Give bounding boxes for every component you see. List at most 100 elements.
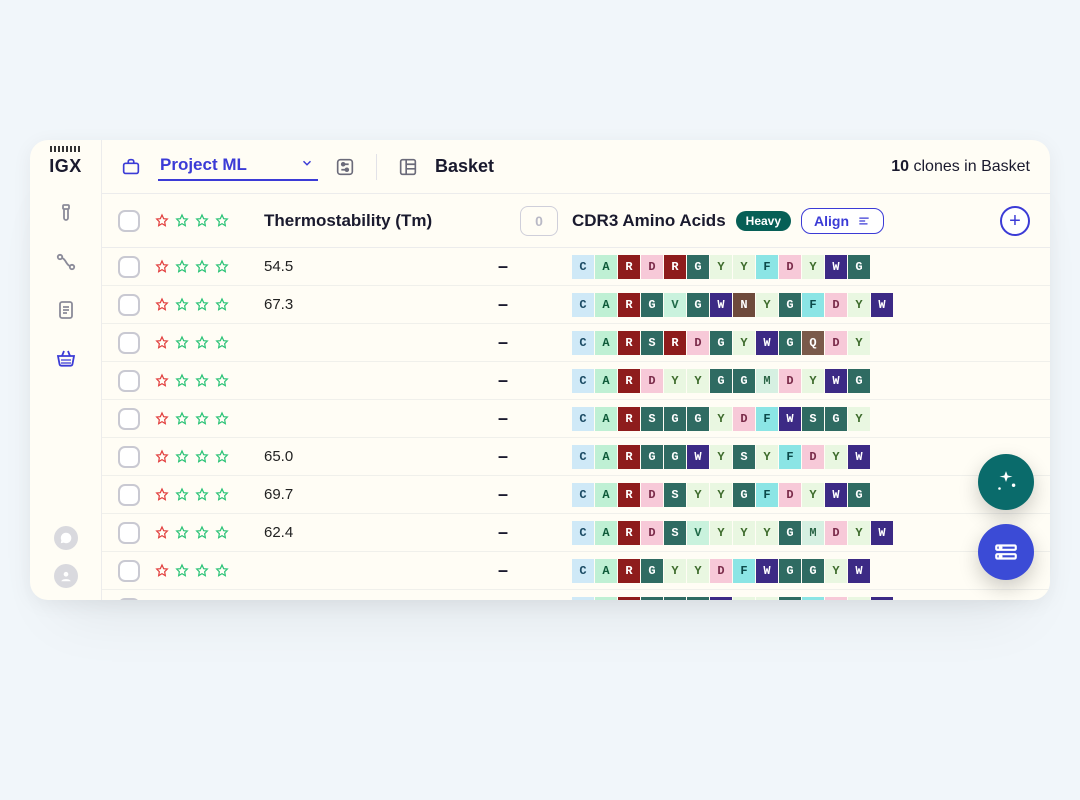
star-icon bbox=[194, 213, 210, 229]
fab-ai-button[interactable] bbox=[978, 454, 1034, 510]
cdr3-sequence: CARDSVYYYGMDYW bbox=[572, 521, 893, 545]
row-stars[interactable] bbox=[154, 487, 250, 503]
star-icon bbox=[214, 525, 230, 541]
table-row[interactable]: –CARSRDGYWGQDY bbox=[102, 324, 1050, 362]
table-row[interactable]: –CARGYYDFWGGYW bbox=[102, 552, 1050, 590]
row-checkbox[interactable] bbox=[118, 294, 140, 316]
layout-icon[interactable] bbox=[395, 154, 421, 180]
aa-cell: A bbox=[595, 597, 617, 601]
chevron-down-icon bbox=[300, 155, 314, 175]
col-thermostability[interactable]: Thermostability (Tm) bbox=[264, 211, 484, 231]
row-checkbox[interactable] bbox=[118, 484, 140, 506]
star-icon bbox=[194, 373, 210, 389]
aa-cell: Y bbox=[756, 597, 778, 601]
aa-cell: A bbox=[595, 255, 617, 279]
star-icon bbox=[174, 213, 190, 229]
col-cdr3[interactable]: CDR3 Amino Acids Heavy Align bbox=[572, 208, 884, 234]
row-stars[interactable] bbox=[154, 335, 250, 351]
row-checkbox[interactable] bbox=[118, 598, 140, 601]
aa-cell: W bbox=[848, 445, 870, 469]
row-checkbox[interactable] bbox=[118, 560, 140, 582]
star-icon bbox=[174, 411, 190, 427]
chat-icon[interactable] bbox=[54, 526, 78, 550]
row-checkbox[interactable] bbox=[118, 370, 140, 392]
aa-cell: R bbox=[618, 293, 640, 317]
aa-cell: G bbox=[848, 369, 870, 393]
aa-cell: W bbox=[871, 597, 893, 601]
row-stars[interactable] bbox=[154, 525, 250, 541]
cdr3-sequence: CARDYYGGMDYWG bbox=[572, 369, 870, 393]
add-column-button[interactable]: + bbox=[1000, 206, 1030, 236]
star-icon bbox=[174, 297, 190, 313]
fab-data-button[interactable] bbox=[978, 524, 1034, 580]
table-row[interactable]: 54.5–CARDRGYYFDYWG bbox=[102, 248, 1050, 286]
aa-cell: R bbox=[664, 255, 686, 279]
row-checkbox[interactable] bbox=[118, 256, 140, 278]
avatar[interactable] bbox=[54, 564, 78, 588]
row-stars[interactable] bbox=[154, 411, 250, 427]
aa-cell: W bbox=[710, 293, 732, 317]
aa-cell: Y bbox=[664, 369, 686, 393]
aa-cell: Y bbox=[710, 255, 732, 279]
nav-doc-icon[interactable] bbox=[51, 295, 81, 325]
placeholder-cell: – bbox=[498, 446, 558, 467]
sliders-icon[interactable] bbox=[332, 154, 358, 180]
aa-cell: D bbox=[825, 597, 847, 601]
star-icon bbox=[194, 525, 210, 541]
aa-cell: C bbox=[572, 559, 594, 583]
sidebar-nav bbox=[51, 199, 81, 373]
row-checkbox[interactable] bbox=[118, 522, 140, 544]
aa-cell: D bbox=[687, 331, 709, 355]
table-row[interactable]: 64.8–CARSGSWYYGFDYW bbox=[102, 590, 1050, 600]
row-stars[interactable] bbox=[154, 297, 250, 313]
aa-cell: C bbox=[572, 521, 594, 545]
aa-cell: R bbox=[618, 369, 640, 393]
star-icon bbox=[154, 525, 170, 541]
star-icon bbox=[214, 335, 230, 351]
aa-cell: G bbox=[664, 407, 686, 431]
aa-cell: R bbox=[618, 483, 640, 507]
aa-cell: S bbox=[802, 407, 824, 431]
table-row[interactable]: –CARSGGYDFWSGY bbox=[102, 400, 1050, 438]
row-checkbox[interactable] bbox=[118, 408, 140, 430]
nav-vial-icon[interactable] bbox=[51, 199, 81, 229]
aa-cell: F bbox=[756, 255, 778, 279]
star-icon bbox=[214, 297, 230, 313]
aa-cell: D bbox=[825, 521, 847, 545]
aa-cell: Y bbox=[756, 521, 778, 545]
aa-cell: G bbox=[848, 255, 870, 279]
table-row[interactable]: 62.4–CARDSVYYYGMDYW bbox=[102, 514, 1050, 552]
row-checkbox[interactable] bbox=[118, 332, 140, 354]
thermo-filter-input[interactable]: 0 bbox=[520, 206, 558, 236]
aa-cell: A bbox=[595, 369, 617, 393]
row-stars[interactable] bbox=[154, 563, 250, 579]
table-row[interactable]: –CARDYYGGMDYWG bbox=[102, 362, 1050, 400]
star-icon bbox=[194, 563, 210, 579]
row-checkbox[interactable] bbox=[118, 446, 140, 468]
row-stars[interactable] bbox=[154, 373, 250, 389]
star-filter[interactable] bbox=[154, 213, 250, 229]
thermo-value: 62.4 bbox=[264, 524, 484, 541]
placeholder-cell: – bbox=[498, 560, 558, 581]
select-all-checkbox[interactable] bbox=[118, 210, 140, 232]
table-body: 54.5–CARDRGYYFDYWG67.3–CARGVGWNYGFDYW–CA… bbox=[102, 248, 1050, 600]
project-selector[interactable]: Project ML bbox=[158, 153, 318, 181]
table-row[interactable]: 67.3–CARGVGWNYGFDYW bbox=[102, 286, 1050, 324]
row-stars[interactable] bbox=[154, 449, 250, 465]
row-stars[interactable] bbox=[154, 259, 250, 275]
table-row[interactable]: 69.7–CARDSYYGFDYWG bbox=[102, 476, 1050, 514]
aa-cell: W bbox=[871, 293, 893, 317]
placeholder-cell: – bbox=[498, 408, 558, 429]
aa-cell: G bbox=[779, 521, 801, 545]
aa-cell: R bbox=[618, 255, 640, 279]
aa-cell: C bbox=[572, 597, 594, 601]
nav-basket-icon[interactable] bbox=[51, 343, 81, 373]
align-button[interactable]: Align bbox=[801, 208, 884, 234]
basket-counter: 10 clones in Basket bbox=[891, 158, 1030, 176]
nav-graph-icon[interactable] bbox=[51, 247, 81, 277]
aa-cell: G bbox=[641, 293, 663, 317]
star-icon bbox=[154, 213, 170, 229]
aa-cell: D bbox=[779, 483, 801, 507]
aa-cell: G bbox=[733, 483, 755, 507]
table-row[interactable]: 65.0–CARGGWYSYFDYW bbox=[102, 438, 1050, 476]
